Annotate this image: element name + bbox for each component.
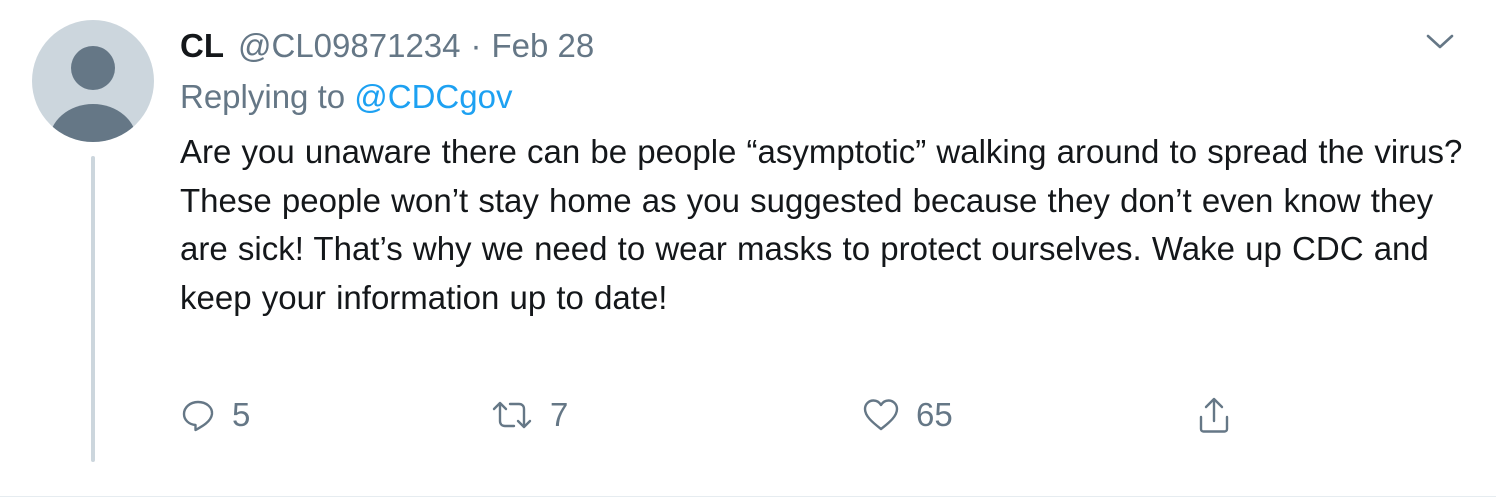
chevron-down-icon[interactable]	[1422, 26, 1458, 56]
like-count: 65	[916, 396, 953, 433]
tweet-actions: 5 7 65	[180, 392, 1280, 438]
reply-count: 5	[232, 396, 251, 433]
separator-dot: ·	[470, 27, 482, 64]
thread-line	[91, 156, 95, 462]
heart-icon	[863, 399, 899, 431]
tweet[interactable]: CL @CL09871234 · Feb 28 Replying to @CDC…	[0, 0, 1496, 504]
avatar[interactable]	[32, 20, 154, 142]
author-handle[interactable]: @CL09871234	[238, 27, 461, 65]
replying-to: Replying to @CDCgov	[180, 78, 512, 116]
retweet-count: 7	[550, 396, 569, 433]
replying-to-label: Replying to	[180, 78, 355, 115]
default-profile-icon	[49, 46, 137, 142]
retweet-icon	[492, 401, 532, 429]
reply-bubble-icon	[182, 400, 214, 432]
share-button[interactable]	[1196, 392, 1232, 438]
reply-button[interactable]: 5	[180, 392, 250, 438]
tweet-header: CL @CL09871234 · Feb 28	[180, 24, 594, 68]
tweet-date[interactable]: Feb 28	[492, 27, 595, 65]
replying-to-handle[interactable]: @CDCgov	[354, 78, 512, 115]
retweet-button[interactable]: 7	[490, 392, 568, 438]
author-name[interactable]: CL	[180, 27, 224, 65]
like-button[interactable]: 65	[862, 392, 953, 438]
tweet-divider	[0, 496, 1496, 497]
share-upload-icon	[1199, 397, 1229, 433]
tweet-text: Are you unaware there can be people “asy…	[180, 133, 1463, 316]
